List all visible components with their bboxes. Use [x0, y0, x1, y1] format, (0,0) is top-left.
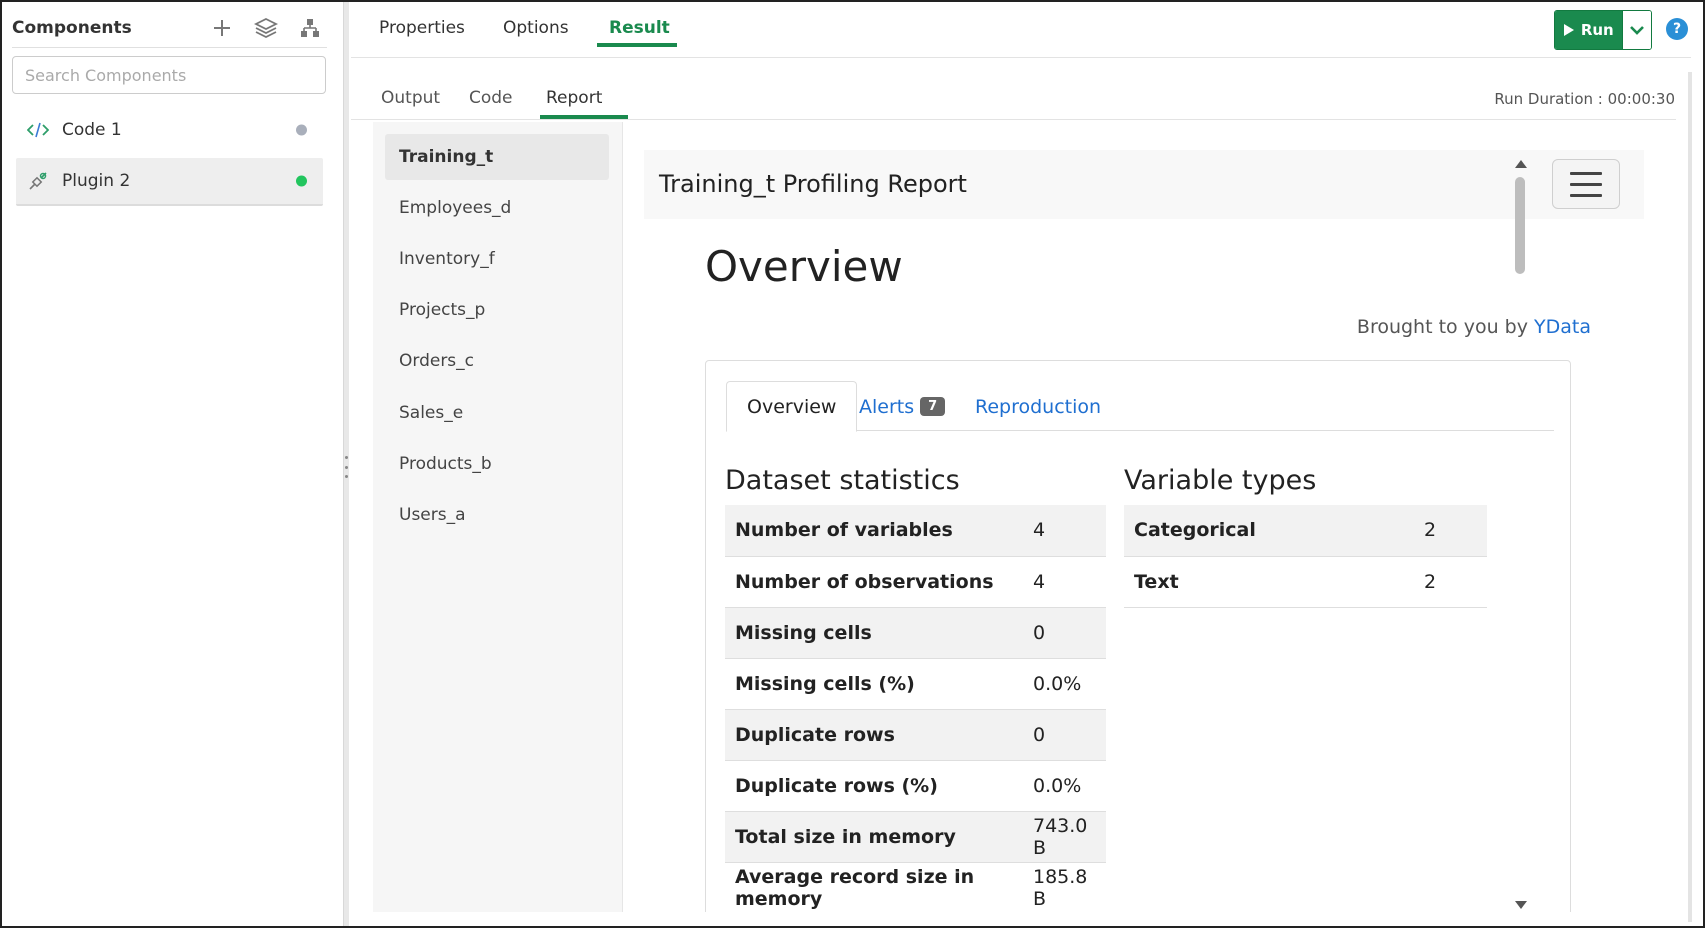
component-item-code-1[interactable]: Code 1 [16, 106, 323, 154]
sidebar-title: Components [12, 18, 132, 38]
tab-options[interactable]: Options [503, 18, 569, 48]
menu-button[interactable] [1552, 159, 1620, 209]
dataset-statistics-heading: Dataset statistics [725, 465, 960, 496]
add-component-button[interactable] [209, 15, 235, 41]
hamburger-icon [1570, 171, 1602, 175]
run-button[interactable]: Run [1555, 11, 1622, 49]
code-icon [26, 118, 50, 142]
component-item-plugin-2[interactable]: Plugin 2 [16, 158, 323, 206]
table-row: Total size in memory 743.0 B [725, 811, 1106, 863]
tab-alerts[interactable]: Alerts 7 [839, 381, 965, 432]
dataset-statistics-table: Number of variables 4 Number of observati… [725, 505, 1106, 912]
dataset-item-products-b[interactable]: Products_b [385, 441, 609, 487]
tab-code[interactable]: Code [469, 88, 513, 108]
chevron-down-icon [1629, 26, 1644, 35]
play-icon [1563, 24, 1574, 36]
run-button-group: Run [1554, 10, 1652, 50]
brought-to-you: Brought to you by YData [1356, 316, 1591, 338]
help-button[interactable]: ? [1666, 18, 1688, 40]
sidebar-header: Components [12, 10, 327, 48]
table-row: Average record size in memory 185.8 B [725, 862, 1106, 912]
ydata-link[interactable]: YData [1534, 316, 1591, 338]
plugin-icon [26, 169, 50, 193]
sidebar-tools [209, 15, 323, 41]
run-options-dropdown[interactable] [1621, 11, 1651, 49]
search-components-input[interactable] [12, 56, 326, 94]
dataset-item-inventory-f[interactable]: Inventory_f [385, 236, 609, 282]
grip-icon [345, 456, 348, 478]
overview-heading: Overview [705, 242, 903, 291]
hierarchy-button[interactable] [297, 15, 323, 41]
dataset-item-employees-d[interactable]: Employees_d [385, 185, 609, 231]
active-sub-tab-indicator [540, 115, 628, 119]
component-label: Code 1 [62, 120, 122, 140]
layers-icon [254, 17, 278, 39]
top-tab-bar: Properties Options Result Run ? [351, 2, 1691, 58]
dataset-item-users-a[interactable]: Users_a [385, 492, 609, 538]
scroll-up-icon[interactable] [1515, 160, 1527, 168]
variable-types-heading: Variable types [1124, 465, 1317, 496]
dataset-item-training-t[interactable]: Training_t [385, 134, 609, 180]
active-tab-indicator [597, 43, 677, 47]
profiling-report: Training_t Profiling Report Overview Bro… [644, 150, 1662, 912]
table-row: Categorical 2 [1124, 505, 1487, 557]
result-sub-tab-bar: Output Code Report Run Duration : 00:00:… [351, 72, 1676, 120]
app-window: Components Code 1 [0, 0, 1705, 928]
table-row: Missing cells 0 [725, 607, 1106, 659]
table-row: Number of observations 4 [725, 556, 1106, 608]
run-label: Run [1580, 21, 1614, 39]
component-label: Plugin 2 [62, 171, 131, 191]
plus-icon [214, 20, 230, 36]
scroll-thumb[interactable] [1515, 177, 1525, 274]
panel-scrollbar-track[interactable] [1688, 72, 1692, 922]
dataset-list: Training_t Employees_d Inventory_f Proje… [373, 122, 623, 912]
tab-report[interactable]: Report [546, 88, 602, 108]
report-title: Training_t Profiling Report [659, 170, 967, 198]
components-sidebar: Components Code 1 [2, 2, 343, 926]
table-row: Missing cells (%) 0.0% [725, 658, 1106, 710]
report-header-bar: Training_t Profiling Report [644, 150, 1644, 219]
tab-output[interactable]: Output [381, 88, 440, 108]
tab-properties[interactable]: Properties [379, 18, 465, 48]
status-dot [296, 124, 307, 136]
tab-reproduction[interactable]: Reproduction [955, 381, 1121, 432]
table-row: Duplicate rows 0 [725, 709, 1106, 761]
overview-card: Overview Alerts 7 Reproduction Dataset s… [705, 360, 1571, 912]
report-scrollbar[interactable] [1512, 157, 1528, 912]
table-row: Number of variables 4 [725, 505, 1106, 557]
dataset-item-orders-c[interactable]: Orders_c [385, 338, 609, 384]
dataset-item-sales-e[interactable]: Sales_e [385, 390, 609, 436]
run-duration: Run Duration : 00:00:30 [1494, 90, 1675, 108]
layers-button[interactable] [253, 15, 279, 41]
tab-overview[interactable]: Overview [726, 381, 858, 432]
table-row: Duplicate rows (%) 0.0% [725, 760, 1106, 812]
scroll-down-icon[interactable] [1515, 901, 1527, 909]
variable-types-table: Categorical 2 Text 2 [1124, 505, 1487, 608]
hierarchy-icon [301, 19, 319, 37]
component-list: Code 1 Plugin 2 [16, 106, 323, 210]
dataset-item-projects-p[interactable]: Projects_p [385, 287, 609, 333]
overview-tab-bar: Overview Alerts 7 Reproduction [726, 381, 1554, 432]
table-row: Text 2 [1124, 556, 1487, 608]
status-dot [296, 175, 307, 187]
main-panel: Properties Options Result Run ? Output C… [351, 2, 1703, 926]
alerts-count-badge: 7 [920, 397, 946, 416]
